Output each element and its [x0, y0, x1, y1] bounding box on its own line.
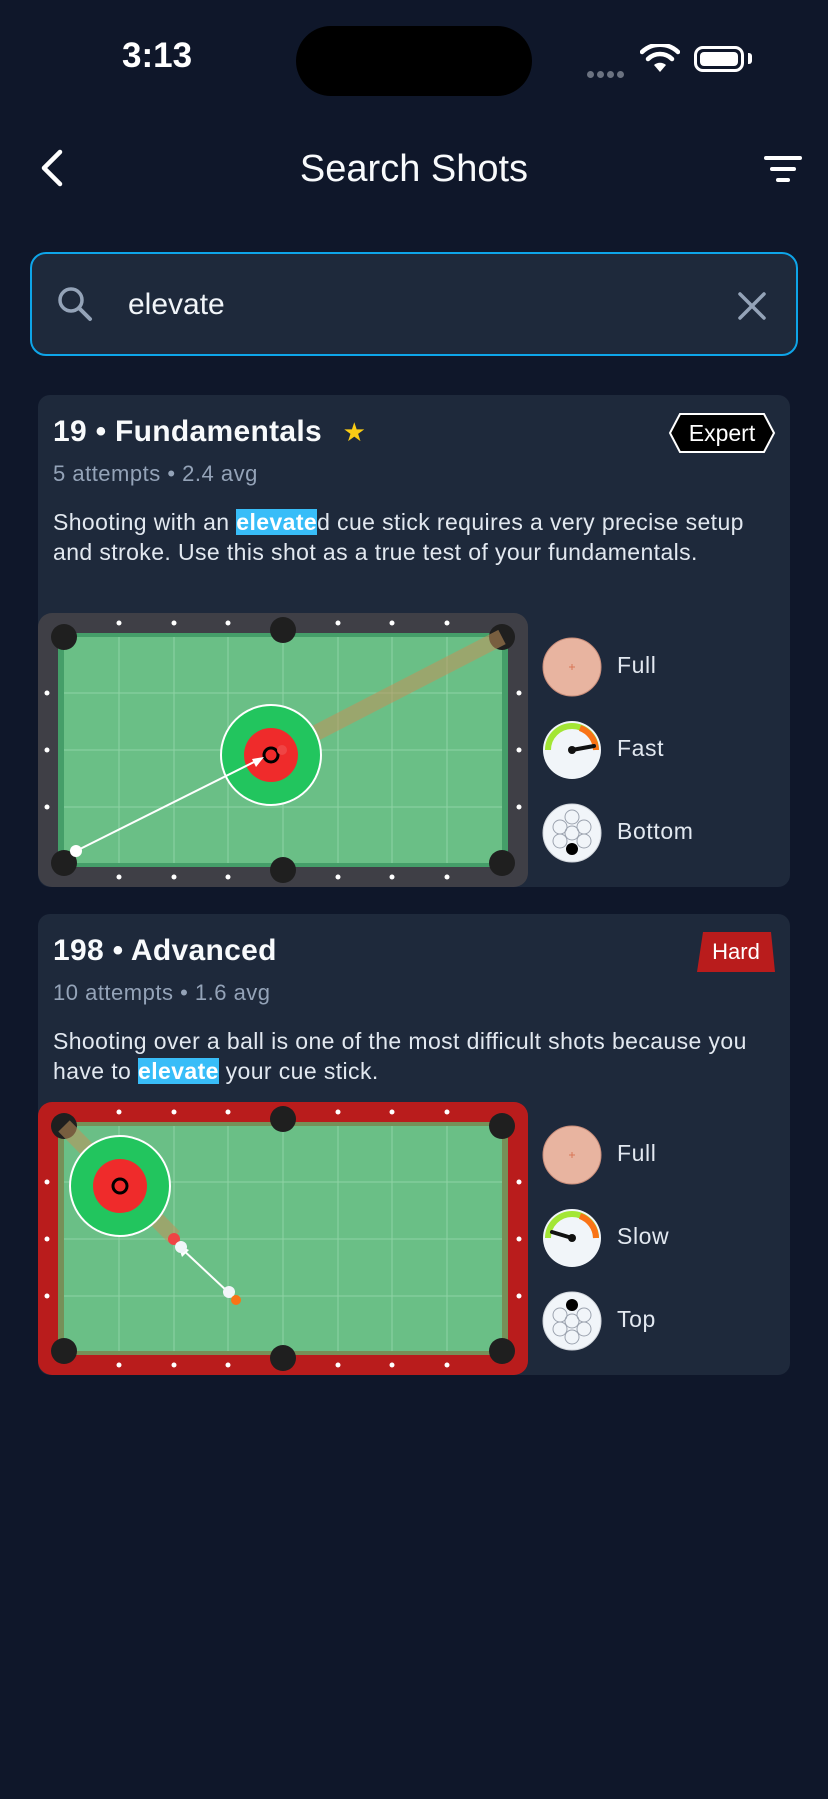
star-icon: ★: [342, 417, 367, 447]
search-highlight: elevate: [236, 509, 318, 535]
svg-text:Hard: Hard: [712, 939, 760, 964]
battery-cap: [748, 53, 752, 64]
shot-description: Shooting over a ball is one of the most …: [53, 1028, 747, 1084]
shot-meta: 10 attempts • 1.6 avg: [53, 980, 271, 1005]
speed-label: Fast: [617, 735, 665, 761]
difficulty-badge: Expert: [668, 413, 776, 453]
contact-label: Full: [617, 652, 657, 678]
speed-fast-icon: [543, 721, 601, 779]
search-highlight: elevate: [138, 1058, 219, 1084]
speed-slow-icon: [543, 1209, 601, 1267]
spin-label: Top: [617, 1306, 656, 1332]
contact-label: Full: [617, 1140, 657, 1166]
pool-table-diagram: [38, 613, 528, 887]
difficulty-badge: Hard: [697, 932, 775, 972]
battery-icon: [694, 46, 744, 72]
clear-search-button[interactable]: [734, 288, 770, 324]
page-title: Search Shots: [299, 148, 529, 190]
shot-title: 19 • Fundamentals ★: [53, 415, 367, 448]
spin-bottom-icon: [542, 803, 602, 863]
pool-table-diagram: [38, 1102, 528, 1375]
contact-full-icon: [542, 1125, 602, 1185]
dynamic-island: [296, 26, 532, 96]
spin-top-icon: [542, 1291, 602, 1351]
status-time: 3:13: [122, 36, 193, 75]
contact-full-icon: [542, 637, 602, 697]
spin-label: Bottom: [617, 818, 694, 844]
cellular-signal-icon: [587, 65, 627, 83]
filter-icon[interactable]: [760, 152, 806, 188]
search-input[interactable]: [128, 282, 688, 328]
shot-meta: 5 attempts • 2.4 avg: [53, 461, 258, 486]
svg-text:Expert: Expert: [689, 420, 756, 446]
shot-title: 198 • Advanced: [53, 934, 277, 967]
speed-label: Slow: [617, 1223, 670, 1249]
search-icon: [58, 287, 92, 321]
shot-description: Shooting with an elevated cue stick requ…: [53, 509, 744, 565]
wifi-icon: [640, 44, 680, 72]
